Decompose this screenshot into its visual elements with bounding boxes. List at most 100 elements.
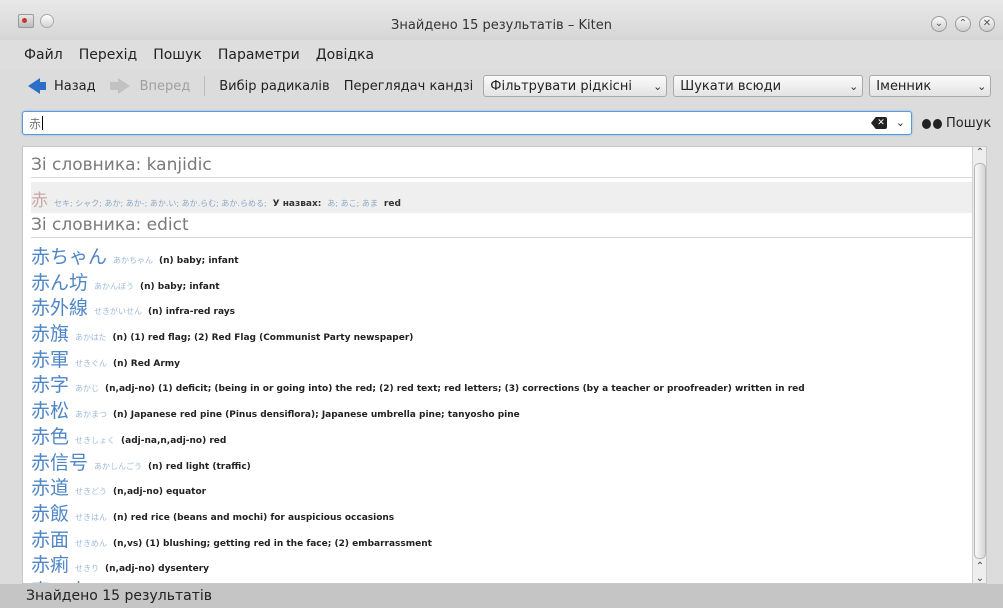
entry-word[interactable]: 赤松 (31, 396, 69, 423)
edict-entry[interactable]: 赤信号 あかしんごう (n) red light (traffic) (31, 448, 978, 474)
entry-reading[interactable]: せきめん (75, 538, 107, 549)
entry-gloss: (n) red rice (beans and mochi) for auspi… (113, 512, 395, 523)
names-label: У назвах: (272, 199, 322, 209)
entry-word[interactable]: 赤信号 (31, 448, 88, 475)
edict-heading: Зі словника: edict (31, 213, 978, 238)
maximize-button[interactable]: ⌃ (955, 16, 971, 32)
edict-entry[interactable]: 赤飯 せきはん (n) red rice (beans and mochi) for… (31, 499, 978, 525)
entry-word[interactable]: 赤道 (31, 473, 69, 500)
kanji-viewer-button[interactable]: Переглядач кандзі (340, 77, 478, 96)
search-row: 赤 ✕ ⌄ Пошук (22, 110, 994, 136)
kanjidic-heading: Зі словника: kanjidic (31, 153, 978, 178)
radical-selector-button[interactable]: Вибір радикалів (215, 77, 333, 96)
entry-gloss: (n) baby; infant (159, 256, 239, 266)
menu-file[interactable]: Файл (24, 47, 63, 63)
edict-entry[interactable]: 赤ちゃん あかちゃん (n) baby; infant (31, 242, 978, 268)
word-type-combo[interactable]: Іменник ⌄ (869, 75, 992, 97)
entry-reading[interactable]: せきしょく (75, 435, 115, 446)
scroll-down-icon[interactable]: ⌄ (974, 573, 986, 583)
entry-word[interactable]: 赤色 (31, 422, 69, 449)
edict-entry[interactable]: 赤道 せきどう (n,adj-no) equator (31, 473, 978, 499)
entry-gloss: (n,adj-no) dysentery (105, 564, 210, 575)
entry-reading[interactable]: せきがいせん (94, 306, 142, 317)
entry-gloss: (n) infra-red rays (148, 307, 236, 318)
entry-reading[interactable]: せきどう (75, 486, 107, 497)
entry-word[interactable]: 赤面 (31, 525, 69, 552)
chevron-down-icon: ⌄ (849, 79, 859, 93)
menu-settings[interactable]: Параметри (218, 47, 300, 63)
edict-entry[interactable]: 赤軍 せきぐん (n) Red Army (31, 345, 978, 371)
entry-reading[interactable]: あかじ (75, 383, 99, 394)
binoculars-icon (922, 116, 942, 130)
entry-gloss: (adj-na,n,adj-no) red (121, 435, 227, 446)
entry-reading[interactable]: あかしんごう (94, 461, 142, 472)
menu-search[interactable]: Пошук (153, 47, 202, 63)
scrollbar-thumb[interactable] (974, 163, 986, 559)
edict-entry[interactable]: 赤字 あかじ (n,adj-no) (1) deficit; (being in o… (31, 370, 978, 396)
edict-entry[interactable]: 赤ん坊 あかんぼう (n) baby; infant (31, 268, 978, 294)
entry-reading[interactable]: あかはた (75, 332, 107, 343)
entry-word[interactable]: 赤飯 (31, 499, 69, 526)
menu-bar: Файл Перехід Пошук Параметри Довідка (0, 40, 1003, 70)
entry-gloss: (n,adj-no) (1) deficit; (being in or goi… (105, 384, 805, 395)
entry-word[interactable]: 赤軍 (31, 345, 69, 372)
back-arrow-icon (28, 78, 46, 94)
entry-gloss: (n) baby; infant (140, 281, 220, 292)
clear-icon[interactable]: ✕ (871, 117, 887, 129)
entry-gloss: (n) (1) red flag; (2) Red Flag (Communis… (112, 333, 414, 344)
edict-entries: 赤ちゃん あかちゃん (n) baby; infant 赤ん坊 あかんぼう (n) bab… (31, 238, 978, 583)
results-scrollbar[interactable]: ⌃ ⌃ ⌄ (972, 147, 986, 583)
search-scope-combo[interactable]: Шукати всюди ⌄ (673, 75, 864, 97)
entry-word[interactable]: 真っ赤 (31, 576, 88, 583)
entry-gloss: (n,vs) (1) blushing; getting red in the … (113, 538, 432, 549)
toolbar: Назад Вперед Вибір радикалів Переглядач … (0, 72, 1003, 100)
edict-entry[interactable]: 赤面 せきめん (n,vs) (1) blushing; getting red i… (31, 525, 978, 551)
forward-arrow-icon (109, 78, 130, 94)
entry-reading[interactable]: せきぐん (75, 358, 107, 369)
edict-entry[interactable]: 赤痢 せきり (n,adj-no) dysentery (31, 550, 978, 576)
entry-word[interactable]: 赤ん坊 (31, 268, 88, 295)
entry-reading[interactable]: せきり (75, 563, 99, 574)
toolbar-separator (204, 76, 206, 96)
forward-button[interactable]: Вперед (106, 76, 195, 96)
scroll-up-icon[interactable]: ⌃ (974, 147, 986, 159)
entry-word[interactable]: 赤痢 (31, 550, 69, 577)
scroll-up-icon[interactable]: ⌃ (974, 561, 986, 573)
entry-reading[interactable]: あかんぼう (94, 281, 134, 292)
search-button[interactable]: Пошук (922, 116, 991, 131)
entry-gloss: (n) Japanese red pine (Pinus densiflora)… (113, 410, 520, 421)
kanjidic-entry[interactable]: 赤 セキ; シャク; あか; あか-; あか.い; あか.らむ; あか.らめる;… (31, 182, 978, 213)
search-input[interactable]: 赤 ✕ ⌄ (22, 111, 912, 135)
entry-word[interactable]: 赤ちゃん (31, 242, 107, 269)
entry-gloss: (n) Red Army (113, 358, 181, 369)
menu-help[interactable]: Довідка (316, 47, 374, 63)
edict-entry[interactable]: 真っ赤まっか(adj-na,n) (1) bright red; deep re… (31, 576, 978, 583)
close-button[interactable]: ✕ (979, 16, 995, 32)
history-dropdown-icon[interactable]: ⌄ (896, 116, 905, 129)
kanji-readings[interactable]: セキ; シャク; あか; あか-; あか.い; あか.らむ; あか.らめる; (54, 198, 267, 209)
filter-rare-combo[interactable]: Фільтрувати рідкісні ⌄ (483, 75, 668, 97)
kanji-char[interactable]: 赤 (31, 186, 48, 211)
status-bar: Знайдено 15 результатів (0, 584, 1003, 608)
edict-entry[interactable]: 赤松 あかまつ (n) Japanese red pine (Pinus densi… (31, 396, 978, 422)
menu-go[interactable]: Перехід (79, 47, 138, 63)
edict-entry[interactable]: 赤旗 あかはた (n) (1) red flag; (2) Red Flag (Co… (31, 319, 978, 345)
chevron-down-icon: ⌄ (653, 79, 663, 93)
minimize-button[interactable]: ⌄ (931, 16, 947, 32)
title-bar: Знайдено 15 результатів – Kiten ⌄ ⌃ ✕ (0, 0, 1003, 40)
kanji-meaning: red (383, 199, 401, 209)
edict-entry[interactable]: 赤外線 せきがいせん (n) infra-red rays (31, 293, 978, 319)
entry-word[interactable]: 赤外線 (31, 293, 88, 320)
window-title: Знайдено 15 результатів – Kiten (391, 18, 612, 33)
entry-word[interactable]: 赤旗 (31, 319, 69, 346)
chevron-down-icon: ⌄ (977, 79, 987, 93)
edict-entry[interactable]: 赤色 せきしょく (adj-na,n,adj-no) red (31, 422, 978, 448)
entry-reading[interactable]: あかまつ (75, 409, 107, 420)
results-view[interactable]: Зі словника: kanjidic 赤 セキ; シャク; あか; あか-… (22, 146, 987, 584)
name-readings[interactable]: あ; あこ; あま (327, 198, 377, 209)
entry-word[interactable]: 赤字 (31, 370, 69, 397)
back-button[interactable]: Назад (24, 76, 100, 96)
entry-reading[interactable]: あかちゃん (113, 255, 153, 266)
entry-gloss: (n,adj-no) equator (113, 487, 207, 498)
entry-reading[interactable]: せきはん (75, 512, 107, 523)
